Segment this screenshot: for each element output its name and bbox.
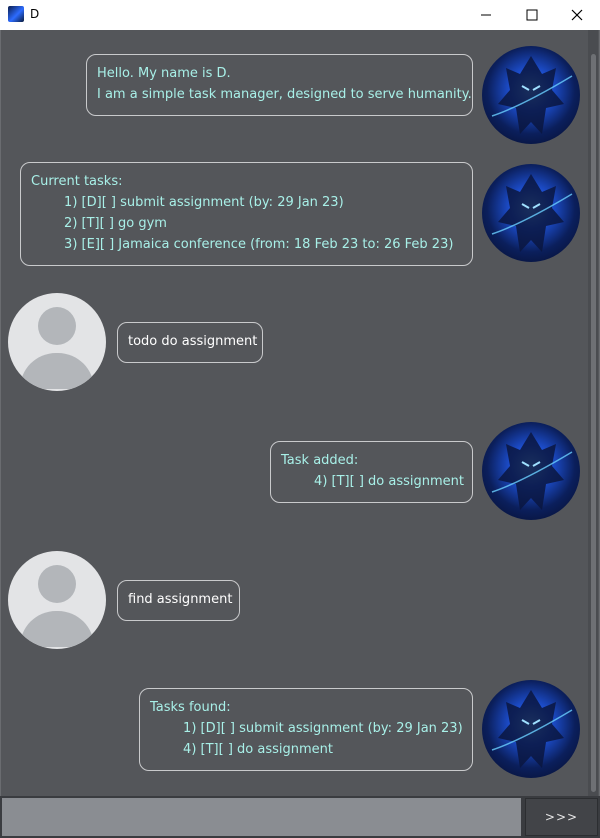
close-button[interactable] bbox=[554, 0, 600, 30]
chat-scroll-pane[interactable]: Hello. My name is D. I am a simple task … bbox=[0, 30, 600, 796]
app-icon bbox=[8, 6, 24, 22]
maximize-button[interactable] bbox=[509, 0, 555, 30]
maximize-icon bbox=[526, 9, 538, 21]
user-message-bubble: todo do assignment bbox=[117, 322, 263, 363]
bot-message-bubble: Tasks found: 1) [D][ ] submit assignment… bbox=[139, 688, 473, 771]
input-row: >>> bbox=[0, 796, 600, 838]
minimize-button[interactable] bbox=[463, 0, 509, 30]
user-avatar-head bbox=[38, 307, 76, 345]
user-avatar bbox=[8, 551, 106, 649]
bot-avatar bbox=[482, 680, 580, 778]
window-title: D bbox=[30, 7, 40, 21]
scrollbar-thumb[interactable] bbox=[591, 54, 596, 792]
bot-avatar bbox=[482, 422, 580, 520]
bot-avatar-icon bbox=[491, 56, 573, 134]
vertical-scrollbar[interactable] bbox=[588, 30, 598, 796]
user-message-bubble: find assignment bbox=[117, 580, 240, 621]
close-icon bbox=[571, 9, 583, 21]
bot-avatar-icon bbox=[491, 690, 573, 768]
user-avatar-head bbox=[38, 565, 76, 603]
user-avatar bbox=[8, 293, 106, 391]
bot-avatar-icon bbox=[491, 174, 573, 252]
send-button[interactable]: >>> bbox=[525, 798, 598, 836]
bot-message-bubble: Task added: 4) [T][ ] do assignment bbox=[270, 441, 473, 503]
user-avatar-body bbox=[20, 353, 94, 389]
bot-avatar-icon bbox=[491, 432, 573, 510]
user-avatar-body bbox=[20, 611, 94, 647]
bot-avatar bbox=[482, 46, 580, 144]
title-bar: D bbox=[0, 0, 600, 30]
message-input[interactable] bbox=[2, 798, 521, 836]
minimize-icon bbox=[481, 14, 491, 16]
bot-avatar bbox=[482, 164, 580, 262]
bot-message-bubble: Current tasks: 1) [D][ ] submit assignme… bbox=[20, 162, 473, 266]
bot-message-bubble: Hello. My name is D. I am a simple task … bbox=[86, 54, 473, 116]
